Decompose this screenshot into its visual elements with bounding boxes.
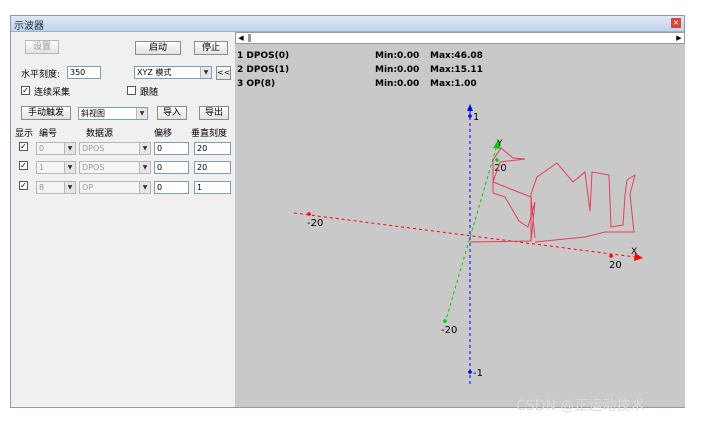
collapse-button[interactable]: << [216, 66, 231, 80]
row-vscale-input[interactable]: 1 [194, 181, 231, 194]
z-neg-label: -1 [473, 368, 483, 379]
header-vscale: 垂直刻度 [191, 129, 228, 139]
row-number-value: 8 [39, 183, 45, 192]
z-pos-tick [468, 114, 472, 118]
export-button[interactable]: 导出 [199, 106, 229, 120]
oscilloscope-window: 示波器 × 设置 启动 停止 水平刻度: 350 XYZ 模式 ▼ << ✓ 连… [10, 15, 685, 408]
chevron-down-icon: ▼ [64, 182, 75, 193]
trace-path-left [469, 147, 536, 243]
row-number-value: 0 [39, 144, 45, 153]
settings-button[interactable]: 设置 [25, 40, 59, 54]
row-source-select[interactable]: OP ▼ [79, 181, 151, 194]
row-source-select[interactable]: DPOS ▼ [79, 142, 151, 155]
row-offset-input[interactable]: 0 [154, 142, 189, 155]
row-number-select[interactable]: 8 ▼ [36, 181, 76, 194]
z-pos-label: 1 [473, 112, 479, 123]
chevron-down-icon: ▼ [64, 162, 75, 173]
chevron-down-icon: ▼ [139, 162, 150, 173]
title-bar: 示波器 × [11, 16, 684, 32]
close-icon[interactable]: × [671, 18, 681, 28]
header-number: 编号 [39, 129, 58, 139]
window-title: 示波器 [14, 21, 44, 32]
h-scale-label: 水平刻度: [21, 70, 61, 80]
y-pos-tick [495, 158, 499, 162]
y-axis [444, 144, 498, 324]
chevron-down-icon: ▼ [64, 143, 75, 154]
row-source-value: DPOS [82, 163, 105, 172]
x-pos-label: 20 [609, 260, 622, 271]
manual-trigger-button[interactable]: 手动触发 [21, 106, 71, 120]
import-button[interactable]: 导入 [157, 106, 187, 120]
row-number-select[interactable]: 0 ▼ [36, 142, 76, 155]
view-select[interactable]: 斜视图 ▼ [78, 107, 148, 120]
row-number-value: 1 [39, 163, 45, 172]
row-show-checkbox[interactable]: ✓ [19, 181, 28, 190]
row-show-checkbox[interactable]: ✓ [19, 142, 28, 151]
stop-button[interactable]: 停止 [194, 41, 228, 55]
row-source-value: DPOS [82, 144, 105, 153]
view-select-value: 斜视图 [81, 109, 105, 118]
y-axis-name: Y [496, 139, 503, 149]
header-offset: 偏移 [154, 129, 173, 139]
z-axis-arrow [467, 104, 473, 111]
row-vscale-input[interactable]: 20 [194, 142, 231, 155]
row-source-value: OP [82, 183, 94, 192]
header-show: 显示 [15, 129, 34, 139]
row-source-select[interactable]: DPOS ▼ [79, 161, 151, 174]
follow-label: 跟随 [140, 88, 159, 98]
start-button[interactable]: 启动 [135, 41, 181, 55]
h-scale-input[interactable]: 350 [67, 66, 101, 79]
x-pos-tick [609, 254, 613, 258]
row-show-checkbox[interactable]: ✓ [19, 161, 28, 170]
mode-select-value: XYZ 模式 [137, 68, 172, 77]
control-panel: 设置 启动 停止 水平刻度: 350 XYZ 模式 ▼ << ✓ 连续采集 跟随… [11, 32, 235, 407]
follow-checkbox[interactable] [127, 86, 136, 95]
x-axis-name: X [631, 247, 637, 257]
chevron-down-icon: ▼ [139, 182, 150, 193]
y-neg-tick [443, 319, 447, 323]
y-neg-label: -20 [441, 325, 457, 336]
xyz-plot-canvas: -20 20 X -20 20 Y 1 -1 [293, 104, 643, 384]
mode-select[interactable]: XYZ 模式 ▼ [134, 66, 212, 79]
x-axis [293, 212, 636, 258]
header-source: 数据源 [86, 129, 114, 139]
continuous-checkbox[interactable]: ✓ [21, 86, 30, 95]
row-offset-input[interactable]: 0 [154, 161, 189, 174]
x-neg-label: -20 [307, 218, 323, 229]
chevron-down-icon: ▼ [139, 143, 150, 154]
row-vscale-input[interactable]: 20 [194, 161, 231, 174]
chevron-down-icon: ▼ [136, 108, 147, 119]
trace-path-right [530, 162, 636, 243]
row-number-select[interactable]: 1 ▼ [36, 161, 76, 174]
x-neg-tick [307, 212, 311, 216]
row-offset-input[interactable]: 0 [154, 181, 189, 194]
watermark: CSDN @正运动技术 [516, 398, 645, 414]
chevron-down-icon: ▼ [200, 67, 211, 78]
z-neg-tick [468, 370, 472, 374]
plot-area[interactable]: ◀ ▶ 1 DPOS(0) Min:0.00 Max:46.08 2 DPOS(… [235, 32, 685, 407]
continuous-label: 连续采集 [34, 88, 71, 98]
